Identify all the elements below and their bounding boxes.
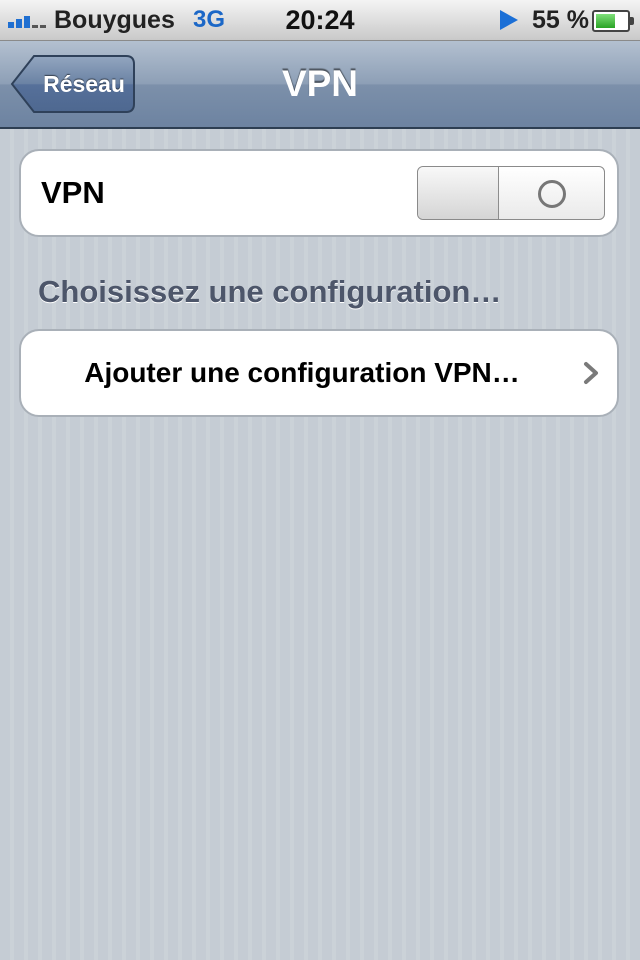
off-circle-icon [538, 180, 566, 208]
status-bar: Bouygues 3G 20:24 55 % [0, 0, 640, 41]
vpn-toggle-row: VPN [19, 149, 619, 237]
play-arrow-icon [500, 10, 518, 30]
back-button[interactable]: Réseau [10, 54, 136, 114]
add-vpn-configuration-row[interactable]: Ajouter une configuration VPN… [19, 329, 619, 417]
vpn-label: VPN [41, 175, 105, 210]
navigation-bar: VPN Réseau [0, 41, 640, 129]
chevron-right-icon [584, 362, 598, 384]
vpn-switch[interactable] [417, 166, 605, 220]
back-button-label: Réseau [43, 71, 125, 97]
switch-knob [418, 167, 499, 219]
add-vpn-configuration-label: Ajouter une configuration VPN… [84, 357, 520, 388]
battery-icon [592, 10, 634, 32]
section-header: Choisissez une configuration… [38, 274, 502, 309]
battery-percentage: 55 % [532, 6, 589, 34]
